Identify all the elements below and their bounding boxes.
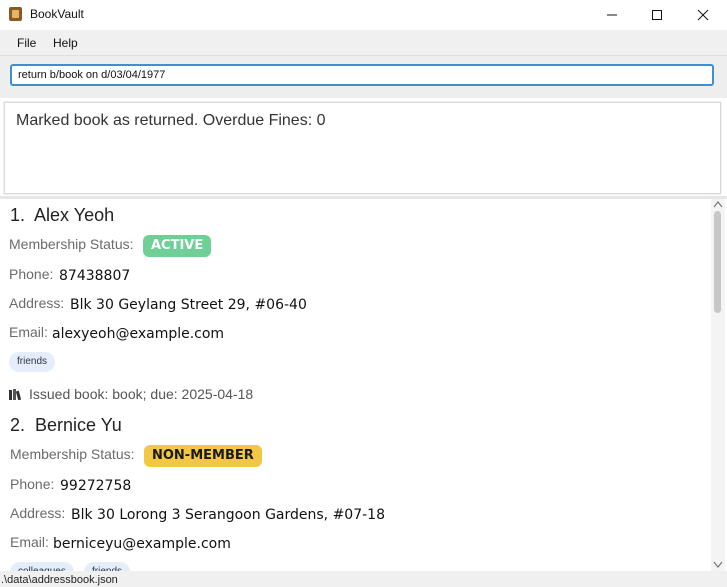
address-label: Address: <box>9 295 65 311</box>
address-value: Blk 30 Geylang Street 29, #06-40 <box>70 297 307 313</box>
person-list[interactable]: 1. Alex Yeoh Membership Status: ACTIVE P… <box>0 199 711 571</box>
tag: colleagues <box>10 562 74 571</box>
maximize-icon <box>652 10 662 20</box>
email-value: alexyeoh@example.com <box>52 326 225 342</box>
status-file-path: .\data\addressbook.json <box>1 574 118 586</box>
maximize-button[interactable] <box>634 0 680 30</box>
menu-help[interactable]: Help <box>53 36 78 50</box>
tag: friends <box>9 352 56 372</box>
scroll-down-arrow-icon[interactable] <box>713 561 723 569</box>
phone-value: 99272758 <box>60 478 132 494</box>
email-label: Email: <box>9 324 48 340</box>
address-value: Blk 30 Lorong 3 Serangoon Gardens, #07-1… <box>71 507 385 523</box>
app-icon <box>9 7 22 21</box>
person-name-text: Alex Yeoh <box>34 205 115 225</box>
scroll-up-arrow-icon[interactable] <box>713 200 723 208</box>
issued-book-text: Issued book: book; due: 2025-04-18 <box>29 386 254 402</box>
menu-file[interactable]: File <box>17 36 36 50</box>
window-title: BookVault <box>30 7 84 21</box>
minimize-icon <box>607 14 617 16</box>
minimize-button[interactable] <box>589 0 635 30</box>
membership-label: Membership Status: <box>10 446 135 462</box>
person-name: 2. Bernice Yu <box>10 415 122 436</box>
result-display: Marked book as returned. Overdue Fines: … <box>4 102 721 194</box>
close-button[interactable] <box>680 0 726 30</box>
membership-label: Membership Status: <box>9 236 134 252</box>
address-label: Address: <box>10 505 66 521</box>
tag: friends <box>84 562 131 571</box>
scroll-thumb[interactable] <box>714 211 721 313</box>
person-card[interactable]: 1. Alex Yeoh Membership Status: ACTIVE P… <box>0 199 711 413</box>
membership-badge: ACTIVE <box>143 235 212 257</box>
membership-badge: NON-MEMBER <box>144 445 262 467</box>
status-bar: .\data\addressbook.json <box>0 571 727 587</box>
close-icon <box>697 9 709 21</box>
person-index: 1. <box>10 205 26 225</box>
title-bar: BookVault <box>0 0 727 30</box>
person-card[interactable]: 2. Bernice Yu Membership Status: NON-MEM… <box>0 409 711 571</box>
command-input[interactable] <box>10 64 714 86</box>
email-label: Email: <box>10 534 49 550</box>
person-name: 1. Alex Yeoh <box>10 205 114 226</box>
phone-label: Phone: <box>10 476 55 492</box>
person-index: 2. <box>10 415 26 435</box>
phone-value: 87438807 <box>59 268 131 284</box>
person-name-text: Bernice Yu <box>35 415 122 435</box>
menu-bar: File Help <box>0 30 727 56</box>
phone-label: Phone: <box>9 266 54 282</box>
list-scrollbar[interactable] <box>711 199 725 571</box>
email-value: berniceyu@example.com <box>53 536 231 552</box>
issued-book-line: Issued book: book; due: 2025-04-18 <box>9 386 253 402</box>
command-box-area <box>0 56 727 98</box>
books-icon <box>9 389 22 400</box>
result-message: Marked book as returned. Overdue Fines: … <box>16 112 326 129</box>
